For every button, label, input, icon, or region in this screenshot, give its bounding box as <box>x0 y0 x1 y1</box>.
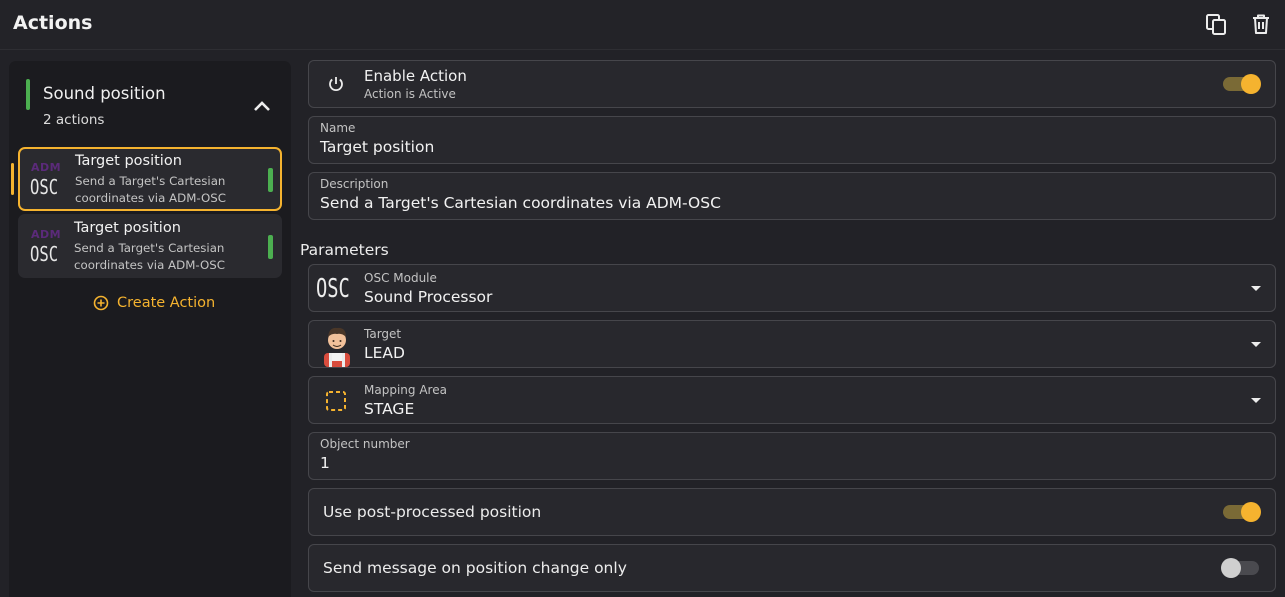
description-value: Send a Target's Cartesian coordinates vi… <box>320 194 721 212</box>
osc-module-value: Sound Processor <box>364 288 493 306</box>
parameters-title: Parameters <box>300 241 389 259</box>
chevron-down-icon <box>1251 286 1261 291</box>
action-status-bar <box>268 235 273 259</box>
description-label: Description <box>320 177 389 191</box>
target-value: LEAD <box>364 344 405 362</box>
chevron-down-icon <box>1251 398 1261 403</box>
target-select[interactable]: Target LEAD <box>308 320 1276 368</box>
create-action-button[interactable]: Create Action <box>93 295 215 311</box>
action-title: Target position <box>74 220 181 236</box>
change-only-row: Send message on position change only <box>308 544 1276 592</box>
post-processed-label: Use post-processed position <box>323 503 542 521</box>
chevron-down-icon <box>1251 342 1261 347</box>
add-circle-icon <box>93 295 109 311</box>
selection-marker <box>11 163 14 195</box>
group-name: Sound position <box>43 84 166 103</box>
action-list-item[interactable]: ADM OSC Target position Send a Target's … <box>18 214 282 278</box>
action-list-item[interactable]: ADM OSC Target position Send a Target's … <box>11 147 282 211</box>
target-label: Target <box>364 327 402 341</box>
osc-module-select[interactable]: OSC OSC Module Sound Processor <box>308 264 1276 312</box>
power-icon <box>329 77 343 91</box>
enable-action-toggle[interactable] <box>1221 74 1261 94</box>
duplicate-button[interactable] <box>1204 12 1228 36</box>
page-title: Actions <box>13 12 93 34</box>
delete-button[interactable] <box>1249 12 1273 36</box>
post-processed-toggle[interactable] <box>1221 502 1261 522</box>
mapping-area-label: Mapping Area <box>364 383 447 397</box>
osc-logo-text: OSC <box>30 175 59 199</box>
enable-action-row: Enable Action Action is Active <box>308 60 1276 108</box>
change-only-label: Send message on position change only <box>323 559 627 577</box>
osc-module-label: OSC Module <box>364 271 437 285</box>
adm-logo-text: ADM <box>31 161 62 174</box>
osc-icon: OSC <box>316 274 350 304</box>
object-number-value: 1 <box>320 454 330 472</box>
duplicate-icon <box>1206 14 1226 35</box>
area-selection-icon <box>326 391 346 411</box>
name-value: Target position <box>320 138 435 156</box>
mapping-area-select[interactable]: Mapping Area STAGE <box>308 376 1276 424</box>
name-label: Name <box>320 121 356 135</box>
object-number-label: Object number <box>320 437 410 451</box>
action-description: Send a Target's Cartesian coordinates vi… <box>74 241 225 272</box>
action-title: Target position <box>75 153 182 169</box>
object-number-field[interactable]: Object number 1 <box>308 432 1276 480</box>
create-action-label: Create Action <box>117 295 216 311</box>
actions-sidebar: Sound position 2 actions ADM OSC Target … <box>9 61 291 597</box>
adm-logo-text: ADM <box>31 228 62 241</box>
enable-action-title: Enable Action <box>364 67 467 85</box>
name-field[interactable]: Name Target position <box>308 116 1276 164</box>
post-processed-row: Use post-processed position <box>308 488 1276 536</box>
trash-icon <box>1253 14 1269 34</box>
change-only-toggle[interactable] <box>1221 558 1261 578</box>
group-color-bar <box>26 79 30 110</box>
actions-header: Actions <box>0 0 1285 50</box>
action-group-header[interactable]: Sound position 2 actions <box>9 61 291 136</box>
description-field[interactable]: Description Send a Target's Cartesian co… <box>308 172 1276 220</box>
person-avatar-icon <box>324 327 350 367</box>
enable-action-subtitle: Action is Active <box>364 87 456 101</box>
osc-logo-text: OSC <box>30 242 59 266</box>
mapping-area-value: STAGE <box>364 400 415 418</box>
group-count: 2 actions <box>43 112 105 128</box>
action-status-bar <box>268 168 273 192</box>
action-description: Send a Target's Cartesian coordinates vi… <box>75 174 226 205</box>
chevron-up-icon[interactable] <box>253 99 271 113</box>
